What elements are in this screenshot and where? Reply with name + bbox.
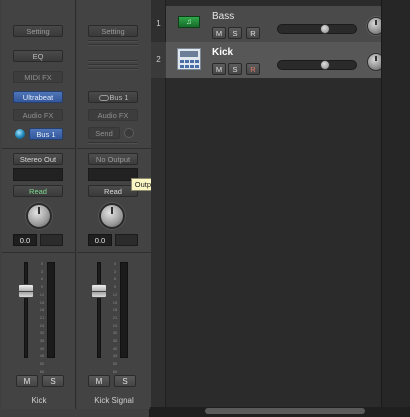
- track-header[interactable]: ♫ Bass M S R: [166, 6, 384, 42]
- track-volume-slider[interactable]: [277, 24, 357, 34]
- mute-button[interactable]: M: [16, 375, 38, 387]
- meter-scale-tick: 50: [112, 361, 118, 367]
- track-volume-slider[interactable]: [277, 60, 357, 70]
- track-solo-button[interactable]: S: [228, 63, 242, 75]
- meter-scale-tick: 12: [39, 291, 45, 297]
- meter-scale-tick: 30: [39, 330, 45, 336]
- group-slot[interactable]: [13, 168, 63, 181]
- volume-readout: 0.0: [88, 234, 112, 246]
- instrument-slot[interactable]: Ultrabeat: [13, 91, 63, 103]
- channel-strip-kick-signal: Setting Bus 1 Audio FX Send No Output Re…: [77, 0, 151, 409]
- fader-track: [97, 262, 101, 358]
- volume-fader[interactable]: [18, 284, 34, 298]
- meter-scale-tick: 18: [39, 307, 45, 313]
- meter-scale-tick: 6: [113, 276, 117, 282]
- meter-scale-tick: 15: [112, 299, 118, 305]
- output-slot[interactable]: Stereo Out: [13, 153, 63, 165]
- meter-scale-tick: 9: [113, 284, 117, 290]
- meter-scale-tick: 24: [112, 322, 118, 328]
- volume-slider-thumb[interactable]: [320, 60, 330, 70]
- peak-readout: [40, 234, 63, 246]
- setting-button[interactable]: Setting: [88, 25, 138, 37]
- level-meter: [47, 262, 55, 358]
- fader-track: [24, 262, 28, 358]
- meter-scale-tick: 0: [113, 261, 117, 266]
- meter-scale-tick: 24: [39, 322, 45, 328]
- send-slot[interactable]: Bus 1: [29, 128, 63, 140]
- volume-readout: 0.0: [13, 234, 37, 246]
- track-solo-button[interactable]: S: [228, 27, 242, 39]
- meter-scale-tick: 30: [112, 330, 118, 336]
- meter-scale-tick: 12: [112, 291, 118, 297]
- arrange-area-edge: [381, 0, 410, 417]
- output-slot[interactable]: No Output: [88, 153, 138, 165]
- empty-slot-area: [88, 60, 138, 72]
- pan-knob[interactable]: [28, 205, 50, 227]
- send-level-knob[interactable]: [124, 128, 134, 138]
- meter-scale-tick: 50: [39, 361, 45, 367]
- meter-scale-tick: 35: [112, 338, 118, 344]
- track-row-kick[interactable]: 2 Kick M S R: [151, 42, 384, 78]
- meter-scale-tick: 40: [112, 345, 118, 351]
- solo-button[interactable]: S: [42, 375, 64, 387]
- mute-button[interactable]: M: [88, 375, 110, 387]
- horizontal-scrollbar[interactable]: [205, 408, 365, 414]
- meter-scale-tick: 9: [40, 284, 44, 290]
- meter-scale-tick: 0: [40, 261, 44, 266]
- audio-fx-slot[interactable]: Audio FX: [88, 109, 138, 121]
- meter-scale-tick: 35: [39, 338, 45, 344]
- track-record-button[interactable]: R: [246, 63, 260, 75]
- drum-machine-icon: [177, 48, 201, 70]
- channel-name: Kick: [31, 396, 47, 405]
- meter-scale: 0 3 6 9 12 15 18 21 24 30 35 40 45 50 60: [38, 260, 46, 376]
- solo-button[interactable]: S: [114, 375, 136, 387]
- bus-link-icon: [99, 95, 109, 101]
- channel-strip-kick: Setting EQ MIDI FX Ultrabeat Audio FX Bu…: [2, 0, 76, 409]
- track-name[interactable]: Bass: [212, 11, 234, 22]
- track-header[interactable]: Kick M S R: [166, 42, 384, 78]
- track-mute-button[interactable]: M: [212, 27, 226, 39]
- meter-scale-tick: 45: [112, 353, 118, 359]
- meter-scale-tick: 15: [39, 299, 45, 305]
- peak-readout: [115, 234, 138, 246]
- send-slot[interactable]: Send: [88, 127, 120, 139]
- meter-scale-tick: 21: [112, 314, 118, 320]
- meter-scale-tick: 40: [39, 345, 45, 351]
- meter-scale-tick: 45: [39, 353, 45, 359]
- volume-fader[interactable]: [91, 284, 107, 298]
- pan-knob[interactable]: [101, 205, 123, 227]
- channel-name: Kick Signal: [94, 396, 134, 405]
- empty-send-area: [88, 142, 138, 146]
- volume-slider-thumb[interactable]: [320, 24, 330, 34]
- meter-scale-tick: 6: [40, 276, 44, 282]
- track-mute-button[interactable]: M: [212, 63, 226, 75]
- track-record-button[interactable]: R: [246, 27, 260, 39]
- track-number: 2: [151, 42, 166, 78]
- send-level-knob[interactable]: [15, 129, 25, 139]
- level-meter: [120, 262, 128, 358]
- midi-fx-slot[interactable]: MIDI FX: [13, 71, 63, 83]
- eq-display[interactable]: EQ: [13, 50, 63, 62]
- meter-scale-tick: 21: [39, 314, 45, 320]
- meter-scale-tick: 3: [40, 268, 44, 274]
- meter-scale-tick: 3: [113, 268, 117, 274]
- setting-button[interactable]: Setting: [13, 25, 63, 37]
- automation-mode-button[interactable]: Read: [13, 185, 63, 197]
- green-keyboard-icon: ♫: [178, 16, 200, 28]
- tracks-area: 1 ♫ Bass M S R 2 Kick M S R: [151, 0, 410, 417]
- meter-scale: 0 3 6 9 12 15 18 21 24 30 35 40 45 50 60: [111, 260, 119, 376]
- meter-scale-tick: 18: [112, 307, 118, 313]
- mixer-panel: Setting EQ MIDI FX Ultrabeat Audio FX Bu…: [0, 0, 151, 417]
- input-slot[interactable]: Bus 1: [88, 91, 138, 103]
- empty-eq-area: [88, 40, 138, 48]
- track-number: 1: [156, 19, 161, 28]
- track-row-bass[interactable]: 1 ♫ Bass M S R: [151, 6, 384, 42]
- track-name[interactable]: Kick: [212, 47, 233, 58]
- audio-fx-slot[interactable]: Audio FX: [13, 109, 63, 121]
